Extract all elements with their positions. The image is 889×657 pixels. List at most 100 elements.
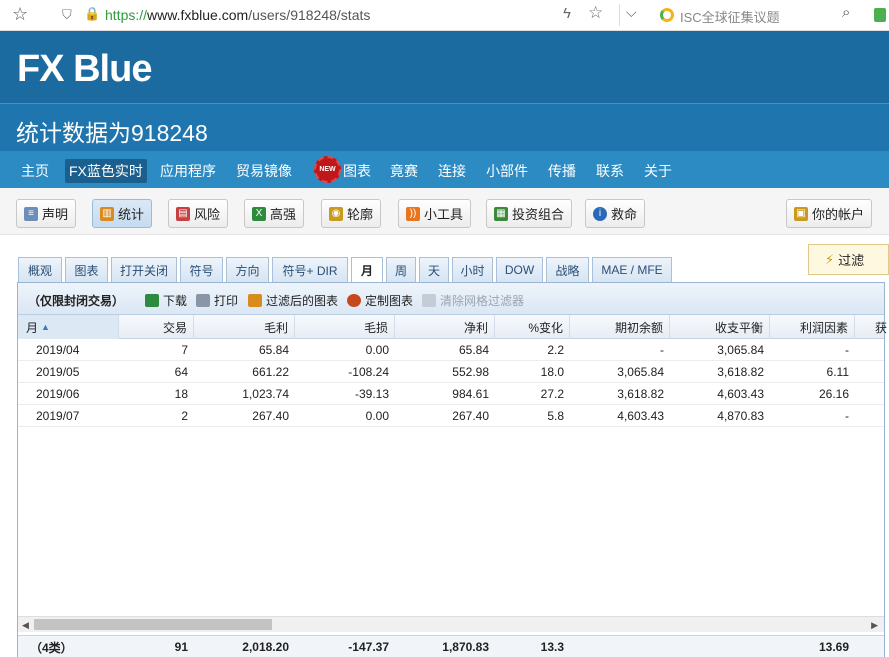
col-closing-balance[interactable]: 收支平衡 <box>670 315 770 339</box>
bookmark-star-icon[interactable]: ☆ <box>12 4 28 25</box>
nav-apps[interactable]: 应用程序 <box>156 159 220 183</box>
table-row[interactable]: 2019/06 18 1,023.74 -39.13 984.61 27.2 3,618.8… <box>18 383 884 405</box>
favorite-star-icon[interactable]: ☆ <box>588 3 603 23</box>
statement-label: 声明 <box>42 207 69 222</box>
grid-toolbar: （仅限封闭交易） 下载 打印 过滤后的图表 定制图表 清除网格过滤器 <box>18 283 884 315</box>
tab-hour[interactable]: 小时 <box>452 257 493 282</box>
nav-broadcast[interactable]: 传播 <box>544 159 580 183</box>
title-bar: 统计数据为918248 <box>0 103 889 151</box>
scroll-right-icon[interactable]: ▶ <box>871 620 878 631</box>
col-truncated[interactable]: 获 <box>855 315 887 339</box>
url-scheme: https:// <box>105 7 148 23</box>
cell-opening-balance: 3,618.82 <box>617 387 664 401</box>
tab-overview[interactable]: 概观 <box>18 257 62 282</box>
account-button[interactable]: ▣ 你的帐户 <box>786 199 873 228</box>
custom-chart-button[interactable]: 定制图表 <box>347 292 413 309</box>
filtered-chart-label: 过滤后的图表 <box>266 294 339 308</box>
footer-month: （4类） <box>30 640 73 655</box>
nav-trade-mirror[interactable]: 贸易镜像 <box>232 159 296 183</box>
fxblue-logo[interactable]: FX Blue <box>17 48 152 91</box>
tab-day[interactable]: 天 <box>419 257 449 282</box>
table-row[interactable]: 2019/04 7 65.84 0.00 65.84 2.2 - 3,065.84 - <box>18 339 884 361</box>
col-month[interactable]: 月 ▲ <box>18 315 119 339</box>
url-path: /users/918248/stats <box>248 7 371 23</box>
nav-home[interactable]: 主页 <box>17 159 53 183</box>
cell-net-profit: 65.84 <box>458 343 489 357</box>
filtered-chart-button[interactable]: 过滤后的图表 <box>248 292 338 309</box>
portfolio-button[interactable]: ▦ 投资组合 <box>486 199 573 228</box>
shield-icon[interactable]: ⛉ <box>62 7 72 23</box>
tab-mae-mfe[interactable]: MAE / MFE <box>592 257 672 282</box>
custom-chart-label: 定制图表 <box>365 294 414 308</box>
risk-button[interactable]: ▤ 风险 <box>168 199 229 228</box>
nav-connect[interactable]: 连接 <box>434 159 470 183</box>
download-button[interactable]: 下载 <box>145 292 187 309</box>
tab-week[interactable]: 周 <box>386 257 416 282</box>
chevron-down-icon[interactable]: ⌵ <box>626 4 637 21</box>
tab-charts[interactable]: 图表 <box>65 257 108 282</box>
download-label: 下载 <box>163 294 188 308</box>
col-profit-factor[interactable]: 利润因素 <box>770 315 855 339</box>
nav-charts[interactable]: 图表 <box>339 159 375 183</box>
bar-chart-icon: ▥ <box>100 206 114 221</box>
horizontal-scrollbar[interactable]: ◀ ▶ <box>18 616 884 632</box>
search-box[interactable]: ISC全球征集议题 <box>680 7 780 26</box>
filter-label: 过滤 <box>838 253 865 268</box>
col-month-label: 月 <box>26 320 39 335</box>
lightning-icon[interactable]: ϟ <box>563 5 571 22</box>
cell-month: 2019/06 <box>36 387 80 401</box>
nav-contests[interactable]: 竟赛 <box>386 159 422 183</box>
cell-profit-factor: 26.16 <box>818 387 849 401</box>
col-change-pct[interactable]: %变化 <box>495 315 570 339</box>
nav-about[interactable]: 关于 <box>640 159 676 183</box>
footer-change-pct: 13.3 <box>540 640 564 654</box>
clear-filter-button[interactable]: 清除网格过滤器 <box>422 292 524 309</box>
print-button[interactable]: 打印 <box>196 292 238 309</box>
tab-symbol-dir[interactable]: 符号+ DIR <box>272 257 348 282</box>
portfolio-icon: ▦ <box>494 206 508 221</box>
extension-icon[interactable] <box>874 8 886 22</box>
url-field[interactable]: https://www.fxblue.com/users/918248/stat… <box>105 7 370 23</box>
grid-header: 月 ▲ 交易 毛利 毛损 净利 %变化 期初余额 收支平衡 利润因素 获 <box>18 315 887 339</box>
table-row[interactable]: 2019/05 64 661.22 -108.24 552.98 18.0 3,065.84… <box>18 361 884 383</box>
filter-button[interactable]: ⚡ 过滤 <box>808 244 889 275</box>
clear-filter-label: 清除网格过滤器 <box>440 294 525 308</box>
tab-direction[interactable]: 方向 <box>226 257 269 282</box>
footer-gross-profit: 2,018.20 <box>242 640 289 654</box>
excel-button[interactable]: X 高强 <box>244 199 305 228</box>
cell-gross-loss: -39.13 <box>354 387 389 401</box>
cell-opening-balance: 3,065.84 <box>617 365 664 379</box>
tab-open-close[interactable]: 打开关闭 <box>111 257 177 282</box>
scrollbar-thumb[interactable] <box>34 619 272 630</box>
tab-dow[interactable]: DOW <box>496 257 543 282</box>
new-badge: NEW <box>314 156 341 183</box>
tab-symbol[interactable]: 符号 <box>180 257 223 282</box>
cell-closing-balance: 4,603.43 <box>717 387 764 401</box>
cell-trades: 2 <box>181 409 188 423</box>
bar-chart-icon <box>248 294 262 307</box>
widgets-button[interactable]: )) 小工具 <box>398 199 472 228</box>
col-net-profit[interactable]: 净利 <box>395 315 495 339</box>
nav-fxblue-live[interactable]: FX蓝色实时 <box>65 159 147 183</box>
statement-button[interactable]: ≡ 声明 <box>16 199 77 228</box>
help-button[interactable]: i 救命 <box>585 199 646 228</box>
monthly-stats-grid: （仅限封闭交易） 下载 打印 过滤后的图表 定制图表 清除网格过滤器 月 ▲ 交易… <box>17 282 887 657</box>
col-gross-loss[interactable]: 毛损 <box>295 315 395 339</box>
col-opening-balance[interactable]: 期初余额 <box>570 315 670 339</box>
table-row[interactable]: 2019/07 2 267.40 0.00 267.40 5.8 4,603.43 4,870… <box>18 405 884 427</box>
tab-month[interactable]: 月 <box>351 257 383 283</box>
search-icon[interactable]: ⌕ <box>842 4 850 21</box>
stats-button[interactable]: ▥ 统计 <box>92 199 153 228</box>
section-toolbar: ≡ 声明 ▥ 统计 ▤ 风险 X 高强 ◉ 轮廓 )) 小工具 ▦ 投资组合 i 救命 ▣ 你的帐… <box>0 188 889 235</box>
footer-trades: 91 <box>174 640 188 654</box>
risk-label: 风险 <box>194 207 221 222</box>
scroll-left-icon[interactable]: ◀ <box>22 620 29 631</box>
profile-button[interactable]: ◉ 轮廓 <box>321 199 382 228</box>
tab-strategy[interactable]: 战略 <box>546 257 589 282</box>
rss-icon: )) <box>406 206 420 221</box>
cell-closing-balance: 3,618.82 <box>717 365 764 379</box>
nav-contact[interactable]: 联系 <box>592 159 628 183</box>
col-gross-profit[interactable]: 毛利 <box>194 315 295 339</box>
col-trades[interactable]: 交易 <box>119 315 194 339</box>
nav-widgets[interactable]: 小部件 <box>482 159 532 183</box>
